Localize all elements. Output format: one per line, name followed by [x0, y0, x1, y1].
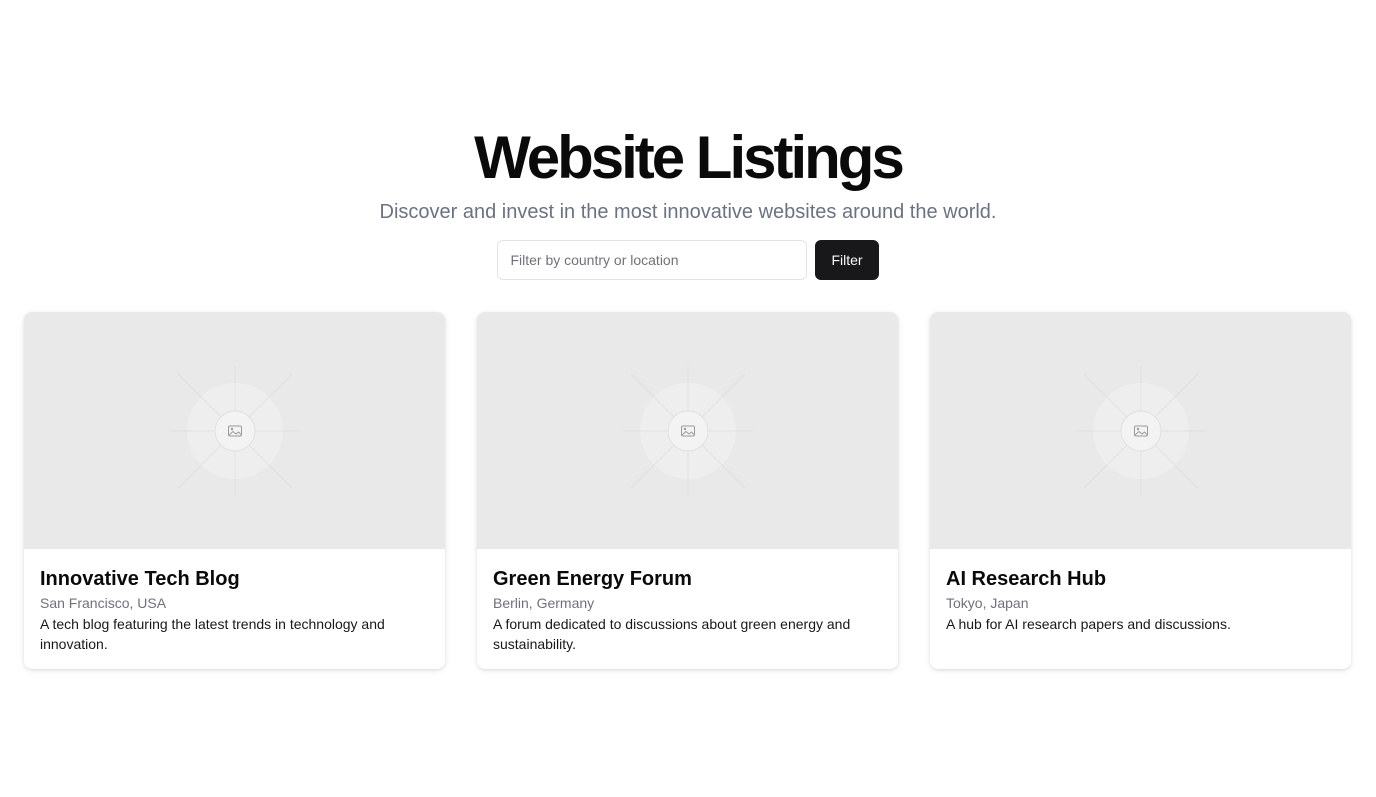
- listing-description: A forum dedicated to discussions about g…: [493, 616, 851, 652]
- page-title: Website Listings: [474, 124, 905, 191]
- listing-card-body: Green Energy Forum Berlin, Germany A for…: [477, 549, 898, 669]
- listing-title: Innovative Tech Blog: [40, 568, 240, 590]
- listing-card[interactable]: AI Research Hub Tokyo, Japan A hub for A…: [930, 312, 1351, 669]
- listing-card[interactable]: Green Energy Forum Berlin, Germany A for…: [477, 312, 898, 669]
- filter-bar: Filter: [0, 240, 1376, 280]
- listing-card-body: AI Research Hub Tokyo, Japan A hub for A…: [930, 549, 1351, 650]
- page: Website Listings Discover and invest in …: [0, 0, 1376, 797]
- location-filter-input[interactable]: [497, 240, 808, 280]
- image-placeholder-icon: [622, 365, 753, 496]
- listing-grid: Innovative Tech Blog San Francisco, USA …: [24, 312, 1352, 669]
- listing-location: Berlin, Germany: [493, 595, 595, 611]
- filter-button[interactable]: Filter: [815, 240, 879, 280]
- listing-image-placeholder: [930, 312, 1351, 549]
- listing-location: Tokyo, Japan: [946, 595, 1029, 611]
- page-subtitle: Discover and invest in the most innovati…: [379, 201, 997, 223]
- listing-description: A tech blog featuring the latest trends …: [40, 616, 385, 652]
- listing-card-body: Innovative Tech Blog San Francisco, USA …: [24, 549, 445, 669]
- image-placeholder-icon: [1075, 365, 1206, 496]
- image-placeholder-icon: [169, 365, 300, 496]
- hero: Website Listings Discover and invest in …: [0, 122, 1376, 226]
- listing-title: Green Energy Forum: [493, 568, 692, 590]
- listing-title: AI Research Hub: [946, 568, 1107, 590]
- listing-description: A hub for AI research papers and discuss…: [946, 616, 1231, 632]
- listing-image-placeholder: [477, 312, 898, 549]
- listing-card[interactable]: Innovative Tech Blog San Francisco, USA …: [24, 312, 445, 669]
- listing-image-placeholder: [24, 312, 445, 549]
- listing-location: San Francisco, USA: [40, 595, 167, 611]
